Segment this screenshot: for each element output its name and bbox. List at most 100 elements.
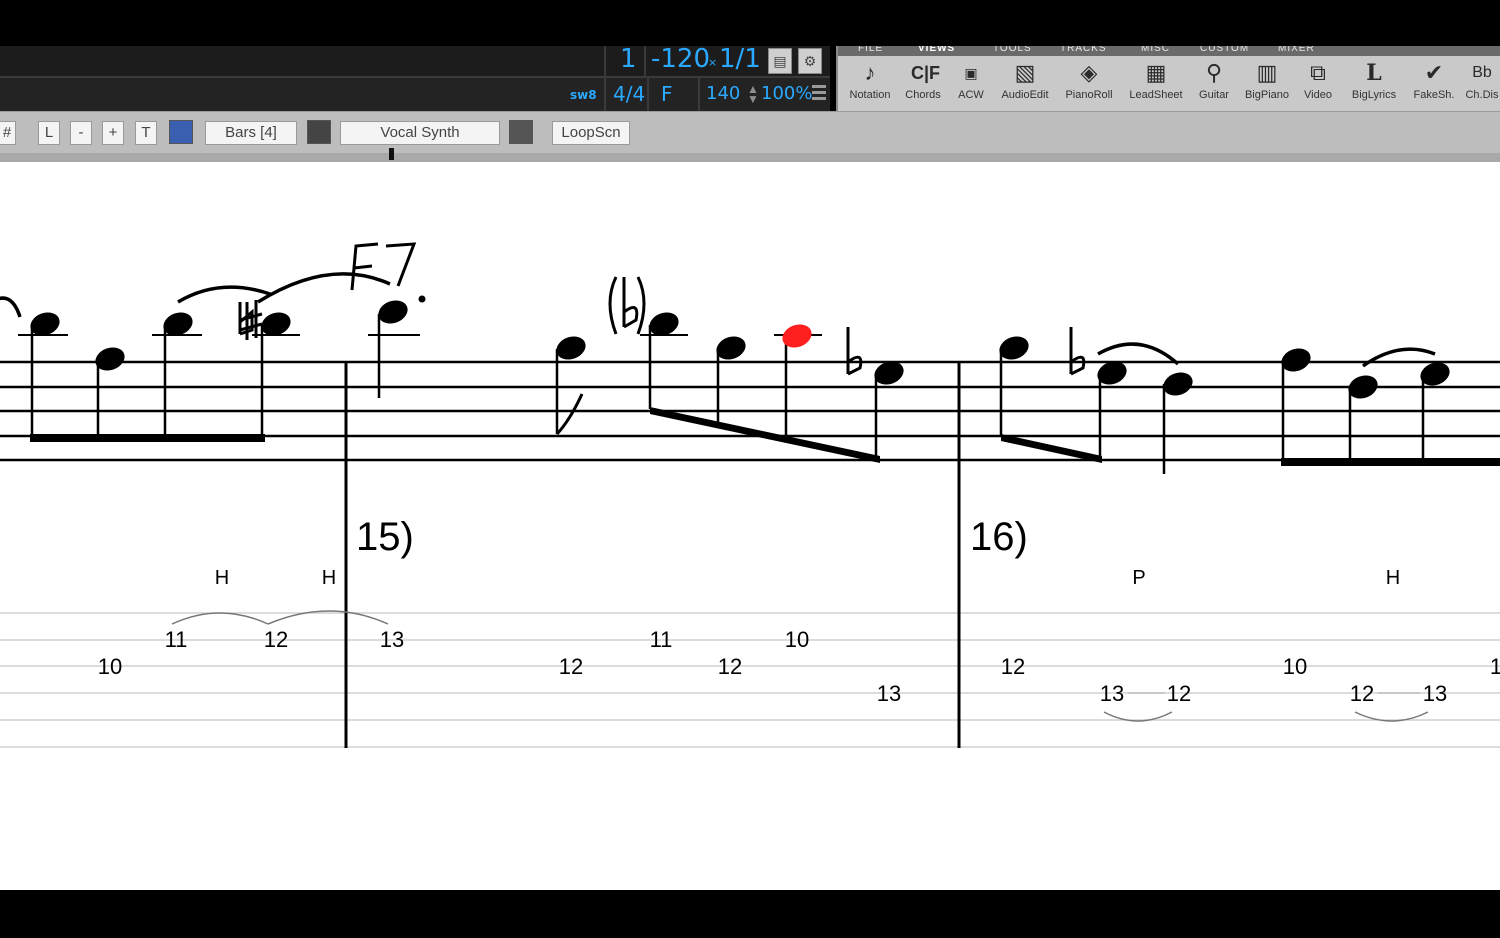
lyrics-icon: L: [1366, 60, 1382, 86]
tempo-offset[interactable]: -120: [651, 44, 710, 74]
video-button[interactable]: ⧉ Video: [1298, 60, 1338, 101]
beams: [30, 393, 1500, 466]
fret-number: 10: [1283, 654, 1307, 679]
sheet-icon: ▦: [1145, 60, 1167, 85]
vocal-synth-button[interactable]: Vocal Synth: [340, 121, 500, 145]
notation-toolbar: # L - + T Bars [4] Vocal Synth LoopScn: [0, 111, 1500, 154]
song-key[interactable]: F: [661, 82, 673, 106]
transport-display: 1 -120 × 1/1 ▤ ⚙ sw8 4/4 F 140 ▲ ▼ 100%: [0, 44, 830, 111]
measure-number-16: 16): [970, 515, 1028, 559]
fret-number: 13: [1423, 681, 1447, 706]
ruler-strip: [0, 153, 1500, 162]
fret-number: 13: [877, 681, 901, 706]
tab-custom[interactable]: CUSTOM: [1200, 46, 1249, 54]
barlines: [344, 362, 961, 748]
menu-icon[interactable]: [812, 82, 826, 106]
audio-edit-button[interactable]: ▧ AudioEdit: [994, 60, 1056, 101]
notation-button[interactable]: ♪ Notation: [842, 60, 898, 101]
hammer-on-mark: H: [322, 567, 336, 589]
eighth-note-icon: ♪: [864, 60, 876, 85]
score-canvas[interactable]: 15) 16) H H P H 10 11 12 13 12 11 12 10 …: [0, 162, 1500, 890]
l-button[interactable]: L: [38, 121, 60, 145]
hammer-on-mark: H: [215, 567, 229, 589]
gear-icon[interactable]: ⚙: [798, 48, 822, 74]
song-info-row: sw8 4/4 F 140 ▲ ▼ 100%: [0, 78, 830, 111]
chord-display-button[interactable]: Bb Ch.Dis: [1460, 60, 1500, 101]
keyboard-icon: ▥: [1256, 60, 1278, 85]
technique-marks: H H P H: [215, 567, 1400, 589]
vocal-synth-icon[interactable]: [307, 120, 331, 144]
notation-options-icon[interactable]: [169, 120, 193, 144]
chord-f7: [350, 242, 417, 291]
volume-percent[interactable]: 100%: [761, 83, 812, 104]
filmstrip-icon[interactable]: [509, 120, 533, 144]
document-icon[interactable]: ▤: [768, 48, 792, 74]
separator: [604, 46, 606, 76]
fake-sheet-button[interactable]: ✔ FakeSh.: [1410, 60, 1458, 101]
playhead-marker[interactable]: [389, 148, 394, 160]
minus-button[interactable]: -: [70, 121, 92, 145]
tab-misc[interactable]: MISC: [1141, 46, 1170, 54]
separator: [604, 78, 606, 111]
plus-button[interactable]: +: [102, 121, 124, 145]
sharp-button[interactable]: #: [0, 121, 16, 145]
separator: [698, 78, 700, 111]
fret-number: 1: [1490, 654, 1500, 679]
swing-label[interactable]: sw8: [570, 88, 597, 102]
notation-score: 15) 16) H H P H 10 11 12 13 12 11 12 10 …: [0, 162, 1500, 890]
big-lyrics-button[interactable]: L BigLyrics: [1340, 60, 1408, 101]
selected-note[interactable]: [779, 321, 815, 352]
lead-sheet-button[interactable]: ▦ LeadSheet: [1122, 60, 1190, 101]
fret-number: 12: [1001, 654, 1025, 679]
fret-number: 13: [1100, 681, 1124, 706]
tempo-spinner-icon[interactable]: ▲ ▼: [747, 83, 759, 105]
separator: [647, 78, 649, 111]
measure-numbers: 15) 16): [356, 515, 1028, 559]
fret-number: 11: [165, 627, 188, 652]
big-piano-button[interactable]: ▥ BigPiano: [1238, 60, 1296, 101]
hammer-on-mark: H: [1386, 567, 1400, 589]
chord-icon: C|F: [911, 63, 941, 83]
video-icon: ⧉: [1310, 60, 1326, 85]
fret-number: 10: [98, 654, 122, 679]
tab-tools[interactable]: TOOLS: [993, 46, 1032, 54]
times-glyph: ×: [708, 56, 718, 69]
piano-roll-icon: ◈: [1080, 60, 1098, 85]
tab-mixer[interactable]: MIXER: [1278, 46, 1315, 54]
t-button[interactable]: T: [135, 121, 157, 145]
separator: [644, 46, 646, 76]
tab-staff: [0, 612, 1500, 748]
time-signature[interactable]: 4/4: [613, 82, 645, 106]
piano-roll-button[interactable]: ◈ PianoRoll: [1058, 60, 1120, 101]
fret-number: 12: [1350, 681, 1374, 706]
views-toolbar: FILE VIEWS TOOLS TRACKS MISC CUSTOM MIXE…: [836, 46, 1500, 111]
loop-scn-button[interactable]: LoopScn: [552, 121, 630, 145]
staff: [0, 360, 1500, 462]
fret-number: 11: [650, 627, 673, 652]
tab-tracks[interactable]: TRACKS: [1060, 46, 1107, 54]
top-letterbox: [0, 0, 1500, 46]
fret-number: 12: [1167, 681, 1191, 706]
menu-tabs: FILE VIEWS TOOLS TRACKS MISC CUSTOM MIXE…: [838, 46, 1500, 56]
tab-views[interactable]: VIEWS: [918, 46, 955, 54]
acw-button[interactable]: ▣ ACW: [950, 60, 992, 101]
beat-position[interactable]: 1/1: [719, 44, 761, 74]
tab-file[interactable]: FILE: [858, 46, 883, 54]
fret-number: 12: [559, 654, 583, 679]
bar-number[interactable]: 1: [620, 44, 637, 74]
bottom-letterbox: [0, 890, 1500, 938]
guitar-icon: ⚲: [1205, 60, 1223, 85]
checkmark-icon: ✔: [1424, 60, 1444, 85]
bars-button[interactable]: Bars [4]: [205, 121, 297, 145]
fret-number: 12: [718, 654, 742, 679]
measure-number-15: 15): [356, 515, 414, 559]
pull-off-mark: P: [1132, 567, 1145, 589]
chord-wizard-icon: ▣: [964, 65, 978, 81]
fret-number: 12: [264, 627, 288, 652]
chords-button[interactable]: C|F Chords: [900, 60, 946, 101]
guitar-button[interactable]: ⚲ Guitar: [1192, 60, 1236, 101]
waveform-icon: ▧: [1014, 60, 1036, 85]
fret-number: 10: [785, 627, 809, 652]
tempo-value[interactable]: 140: [706, 83, 740, 104]
fret-number: 13: [380, 627, 404, 652]
